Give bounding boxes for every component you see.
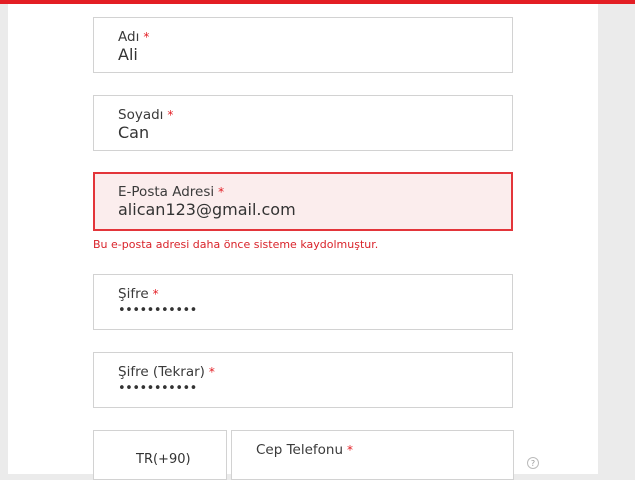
first-name-label: Adı *	[118, 29, 150, 45]
required-mark: *	[218, 185, 225, 199]
first-name-field[interactable]: Adı * Ali	[93, 17, 513, 73]
password-label: Şifre *	[118, 286, 159, 302]
password-confirm-label: Şifre (Tekrar) *	[118, 364, 215, 380]
required-mark: *	[143, 30, 150, 44]
required-mark: *	[152, 287, 159, 301]
last-name-value[interactable]: Can	[118, 123, 149, 142]
password-confirm-field[interactable]: Şifre (Tekrar) * •••••••••••	[93, 352, 513, 408]
last-name-label: Soyadı *	[118, 107, 174, 123]
required-mark: *	[208, 365, 215, 379]
first-name-value[interactable]: Ali	[118, 45, 138, 64]
email-error-message: Bu e-posta adresi daha önce sisteme kayd…	[93, 238, 379, 251]
last-name-field[interactable]: Soyadı * Can	[93, 95, 513, 151]
country-code-value: TR(+90)	[136, 452, 191, 467]
country-code-select[interactable]: TR(+90)	[93, 430, 227, 480]
phone-label: Cep Telefonu *	[256, 442, 354, 458]
password-field[interactable]: Şifre * •••••••••••	[93, 274, 513, 330]
question-circle-icon[interactable]: ?	[527, 457, 539, 469]
password-confirm-value[interactable]: •••••••••••	[118, 381, 197, 396]
phone-field[interactable]: Cep Telefonu *	[231, 430, 514, 480]
required-mark: *	[167, 108, 174, 122]
email-field[interactable]: E-Posta Adresi * alican123@gmail.com	[93, 172, 513, 231]
password-value[interactable]: •••••••••••	[118, 303, 197, 318]
email-label: E-Posta Adresi *	[118, 184, 225, 200]
required-mark: *	[347, 443, 354, 457]
email-value[interactable]: alican123@gmail.com	[118, 200, 296, 219]
